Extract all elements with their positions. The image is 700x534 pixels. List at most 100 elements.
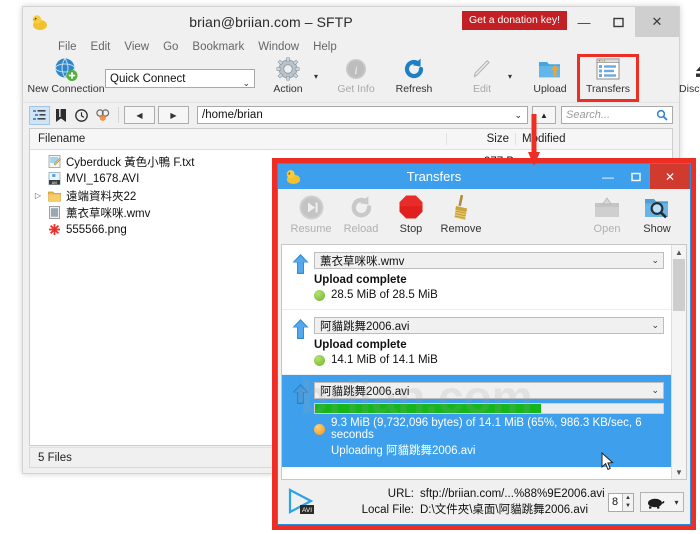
transfers-show-button[interactable]: Show [632,192,682,235]
nav-back-button[interactable]: ◀ [124,106,155,124]
transfers-scrollbar[interactable]: ▲ ▼ [671,245,686,479]
transfers-remove-label: Remove [441,223,482,235]
scrollbar-thumb[interactable] [673,259,685,311]
refresh-icon [402,56,426,82]
upload-folder-icon [537,56,563,82]
stepper-down-icon[interactable]: ▼ [622,502,633,511]
menu-item-view[interactable]: View [117,41,156,53]
close-button[interactable]: ✕ [635,7,679,37]
toolbar-upload[interactable]: Upload [521,56,579,100]
transfer-filename-combo[interactable]: 阿貓跳舞2006.avi ⌄ [314,317,664,334]
throttle-caret-icon[interactable]: ▾ [674,498,678,507]
svg-text:AVI: AVI [51,181,57,185]
file-count-status: 5 Files [38,452,72,464]
action-dropdown-caret-icon[interactable]: ▾ [314,72,318,81]
image-file-icon [46,223,62,237]
maximize-button[interactable] [601,7,635,37]
file-name: Cyberduck 黃色小鴨 F.txt [66,154,194,170]
nav-forward-button[interactable]: ▶ [158,106,189,124]
column-filename[interactable]: Filename [30,133,446,145]
transfers-reload-label: Reload [344,223,379,235]
transfer-size-text: 9.3 MiB (9,732,096 bytes) of 14.1 MiB (6… [331,417,664,441]
donation-key-button[interactable]: Get a donation key! [462,11,567,30]
transfers-resume-label: Resume [291,223,332,235]
path-value: /home/brian [202,109,263,121]
transfers-stop-button[interactable]: Stop [386,192,436,235]
scroll-up-arrow-icon[interactable]: ▲ [672,245,686,259]
resume-icon [298,192,325,222]
list-item[interactable]: 薰衣草咪咪.wmv ⌄ Upload complete 28.5 MiB of … [282,245,686,310]
transfer-size-text: 14.1 MiB of 14.1 MiB [331,354,438,366]
toolbar-get-info[interactable]: i Get Info [327,56,385,100]
menu-item-help[interactable]: Help [306,41,344,53]
chevron-down-icon: ⌄ [242,74,250,93]
chevron-down-icon[interactable]: ⌄ [651,320,659,331]
status-dot-icon [314,290,325,301]
transfer-size-row: 28.5 MiB of 28.5 MiB [314,289,664,301]
stop-icon [398,192,424,222]
transfers-minimize-button[interactable]: — [594,164,622,189]
chevron-down-icon[interactable]: ⌄ [651,255,659,266]
local-file-value: D:\文件夾\桌面\阿貓跳舞2006.avi [420,502,588,518]
transfers-stop-label: Stop [400,223,423,235]
menu-item-go[interactable]: Go [156,41,185,53]
toolbar-disconnect[interactable]: Disconnect [676,56,700,100]
transfer-filename-combo[interactable]: 阿貓跳舞2006.avi ⌄ [314,382,664,399]
menu-item-bookmark[interactable]: Bookmark [185,41,251,53]
duck-icon [285,168,302,185]
open-folder-icon [593,192,621,222]
chevron-down-icon[interactable]: ⌄ [651,385,659,396]
toolbar-refresh-label: Refresh [396,83,433,95]
list-item[interactable]: 阿貓跳舞2006.avi ⌄ Upload complete 14.1 MiB … [282,310,686,375]
path-chevron-down-icon[interactable]: ⌄ [514,110,522,121]
transfers-toolbar: Resume Reload Stop [278,189,690,244]
history-icon[interactable] [71,106,92,125]
bandwidth-throttle-button[interactable]: ▾ [640,492,684,512]
transfer-info: URL: sftp://briian.com/...%88%9E2006.avi… [322,486,608,518]
transfers-open-button[interactable]: Open [582,192,632,235]
search-icon [656,109,668,124]
menu-item-window[interactable]: Window [251,41,306,53]
upload-arrow-icon [286,382,314,458]
url-label: URL: [352,486,420,502]
duck-icon [31,13,49,31]
toolbar-action[interactable]: Action ▾ [259,56,317,100]
list-item[interactable]: 阿貓跳舞2006.avi ⌄ 9.3 MiB (9,732,096 bytes)… [282,375,686,467]
file-name: 薰衣草咪咪.wmv [66,205,150,221]
outline-view-icon[interactable] [29,106,50,125]
transfers-remove-button[interactable]: Remove [436,192,486,235]
stepper-up-icon[interactable]: ▲ [622,494,633,503]
transfer-filename: 阿貓跳舞2006.avi [320,383,409,399]
menu-item-file[interactable]: File [51,41,84,53]
transfers-close-button[interactable]: ✕ [650,164,690,189]
row-disclosure-triangle-icon[interactable]: ▷ [30,191,46,200]
minimize-button[interactable]: — [567,7,601,37]
column-size[interactable]: Size [446,133,515,145]
transfers-footer: AVI URL: sftp://briian.com/...%88%9E2006… [278,480,690,524]
menu-item-edit[interactable]: Edit [84,41,118,53]
local-file-row: Local File: D:\文件夾\桌面\阿貓跳舞2006.avi [352,502,608,518]
transfers-show-label: Show [643,223,671,235]
edit-dropdown-caret-icon[interactable]: ▾ [508,72,512,81]
toolbar-new-connection[interactable]: New Connection [37,56,95,100]
scroll-down-arrow-icon[interactable]: ▼ [672,465,686,479]
stepper-arrows[interactable]: ▲ ▼ [622,494,633,511]
path-input[interactable]: /home/brian ⌄ [197,106,528,124]
transfers-list: 薰衣草咪咪.wmv ⌄ Upload complete 28.5 MiB of … [281,244,687,480]
toolbar-edit[interactable]: Edit ▾ [453,56,511,100]
toolbar-action-label: Action [273,83,302,95]
transfers-maximize-button[interactable] [622,164,650,189]
folder-icon [46,189,62,203]
transfer-filename-combo[interactable]: 薰衣草咪咪.wmv ⌄ [314,252,664,269]
toolbar-transfers[interactable]: Transfers [579,56,637,100]
search-input[interactable]: Search... [561,106,673,124]
toolbar-upload-label: Upload [533,83,566,95]
toolbar-refresh[interactable]: Refresh [385,56,443,100]
connections-stepper[interactable]: 8 ▲ ▼ [608,493,634,512]
transfers-reload-button[interactable]: Reload [336,192,386,235]
transfers-resume-button[interactable]: Resume [286,192,336,235]
quick-connect-input[interactable]: Quick Connect ⌄ [105,69,255,88]
transfer-status: Upload complete [314,339,664,351]
bookmark-icon[interactable] [50,106,71,125]
bonjour-icon[interactable] [92,106,113,125]
